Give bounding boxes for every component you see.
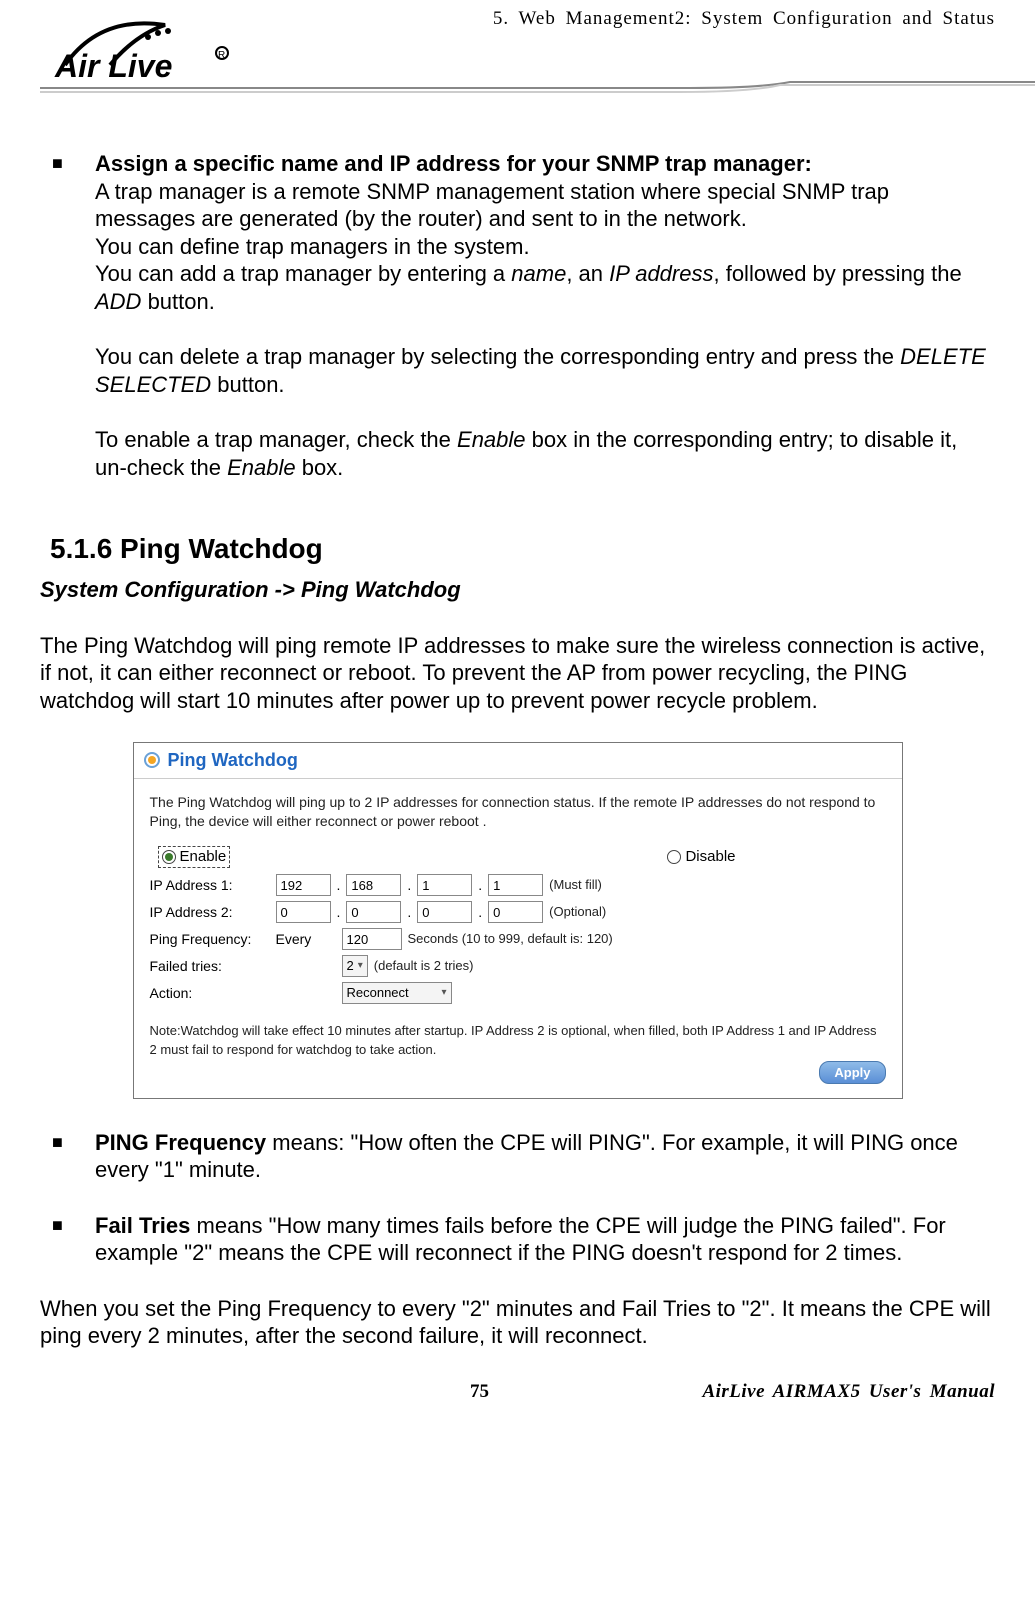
tries-hint: (default is 2 tries) xyxy=(374,958,474,974)
panel-bullet-icon xyxy=(144,752,160,768)
ip2-label: IP Address 2: xyxy=(150,904,270,922)
tries-value: 2 xyxy=(347,958,354,974)
page-number: 75 xyxy=(470,1380,489,1404)
action-value: Reconnect xyxy=(347,985,409,1001)
snmp-p3c: , followed by pressing the xyxy=(713,261,961,286)
freq-label: Ping Frequency: xyxy=(150,931,270,949)
snmp-p3a: You can add a trap manager by entering a xyxy=(95,261,511,286)
snmp-p3b: , an xyxy=(566,261,609,286)
ip2-b[interactable] xyxy=(346,901,401,923)
ip1-d[interactable] xyxy=(488,874,543,896)
section-breadcrumb: System Configuration -> Ping Watchdog xyxy=(40,576,995,604)
panel-title: Ping Watchdog xyxy=(168,749,298,772)
ip2-hint: (Optional) xyxy=(549,904,606,920)
snmp-en1: Enable xyxy=(457,427,526,452)
panel-note: Note:Watchdog will take effect 10 minute… xyxy=(150,1022,886,1058)
snmp-en2: Enable xyxy=(227,455,296,480)
action-select[interactable]: Reconnect ▾ xyxy=(342,982,452,1004)
ping-freq-bold: PING Frequency xyxy=(95,1130,266,1155)
ip1-a[interactable] xyxy=(276,874,331,896)
svg-text:R: R xyxy=(218,50,225,61)
ip2-d[interactable] xyxy=(488,901,543,923)
snmp-bullet: Assign a specific name and IP address fo… xyxy=(40,150,995,481)
snmp-p4b: button. xyxy=(211,372,284,397)
snmp-add-italic: ADD xyxy=(95,289,141,314)
snmp-p3d: button. xyxy=(141,289,214,314)
chevron-down-icon: ▾ xyxy=(441,987,446,1000)
ip2-a[interactable] xyxy=(276,901,331,923)
snmp-title: Assign a specific name and IP address fo… xyxy=(95,151,812,176)
ping-watchdog-panel: Ping Watchdog The Ping Watchdog will pin… xyxy=(133,742,903,1099)
snmp-p5c: box. xyxy=(296,455,344,480)
header-divider xyxy=(40,80,1035,94)
airlive-logo: Air Live R xyxy=(40,5,280,90)
snmp-p1: A trap manager is a remote SNMP manageme… xyxy=(95,179,889,232)
tries-select[interactable]: 2 ▾ xyxy=(342,955,368,977)
section-heading: 5.1.6 Ping Watchdog xyxy=(50,531,995,566)
ip1-label: IP Address 1: xyxy=(150,877,270,895)
freq-every: Every xyxy=(276,931,336,949)
freq-hint: Seconds (10 to 999, default is: 120) xyxy=(408,931,613,947)
snmp-p4a: You can delete a trap manager by selecti… xyxy=(95,344,900,369)
freq-input[interactable] xyxy=(342,928,402,950)
ip2-c[interactable] xyxy=(417,901,472,923)
snmp-p2: You can define trap managers in the syst… xyxy=(95,234,530,259)
enable-label: Enable xyxy=(180,848,227,867)
manual-title: AirLive AIRMAX5 User's Manual xyxy=(702,1380,995,1404)
ping-freq-bullet: PING Frequency means: "How often the CPE… xyxy=(40,1129,995,1184)
apply-button[interactable]: Apply xyxy=(819,1061,885,1084)
ip1-c[interactable] xyxy=(417,874,472,896)
tries-label: Failed tries: xyxy=(150,958,270,976)
disable-label: Disable xyxy=(685,848,735,867)
closing-para: When you set the Ping Frequency to every… xyxy=(40,1295,995,1350)
ip1-b[interactable] xyxy=(346,874,401,896)
fail-tries-bullet: Fail Tries means "How many times fails b… xyxy=(40,1212,995,1267)
panel-desc: The Ping Watchdog will ping up to 2 IP a… xyxy=(150,793,886,832)
ip1-hint: (Must fill) xyxy=(549,877,602,893)
snmp-name-italic: name xyxy=(511,261,566,286)
fail-text: means "How many times fails before the C… xyxy=(95,1213,946,1266)
snmp-ip-italic: IP address xyxy=(609,261,713,286)
chevron-down-icon: ▾ xyxy=(358,960,363,973)
snmp-p5a: To enable a trap manager, check the xyxy=(95,427,457,452)
svg-text:Air Live: Air Live xyxy=(54,48,172,84)
section-intro: The Ping Watchdog will ping remote IP ad… xyxy=(40,632,995,715)
action-label: Action: xyxy=(150,985,270,1003)
enable-radio[interactable]: Enable xyxy=(158,846,231,869)
disable-radio[interactable]: Disable xyxy=(667,848,735,867)
fail-bold: Fail Tries xyxy=(95,1213,190,1238)
